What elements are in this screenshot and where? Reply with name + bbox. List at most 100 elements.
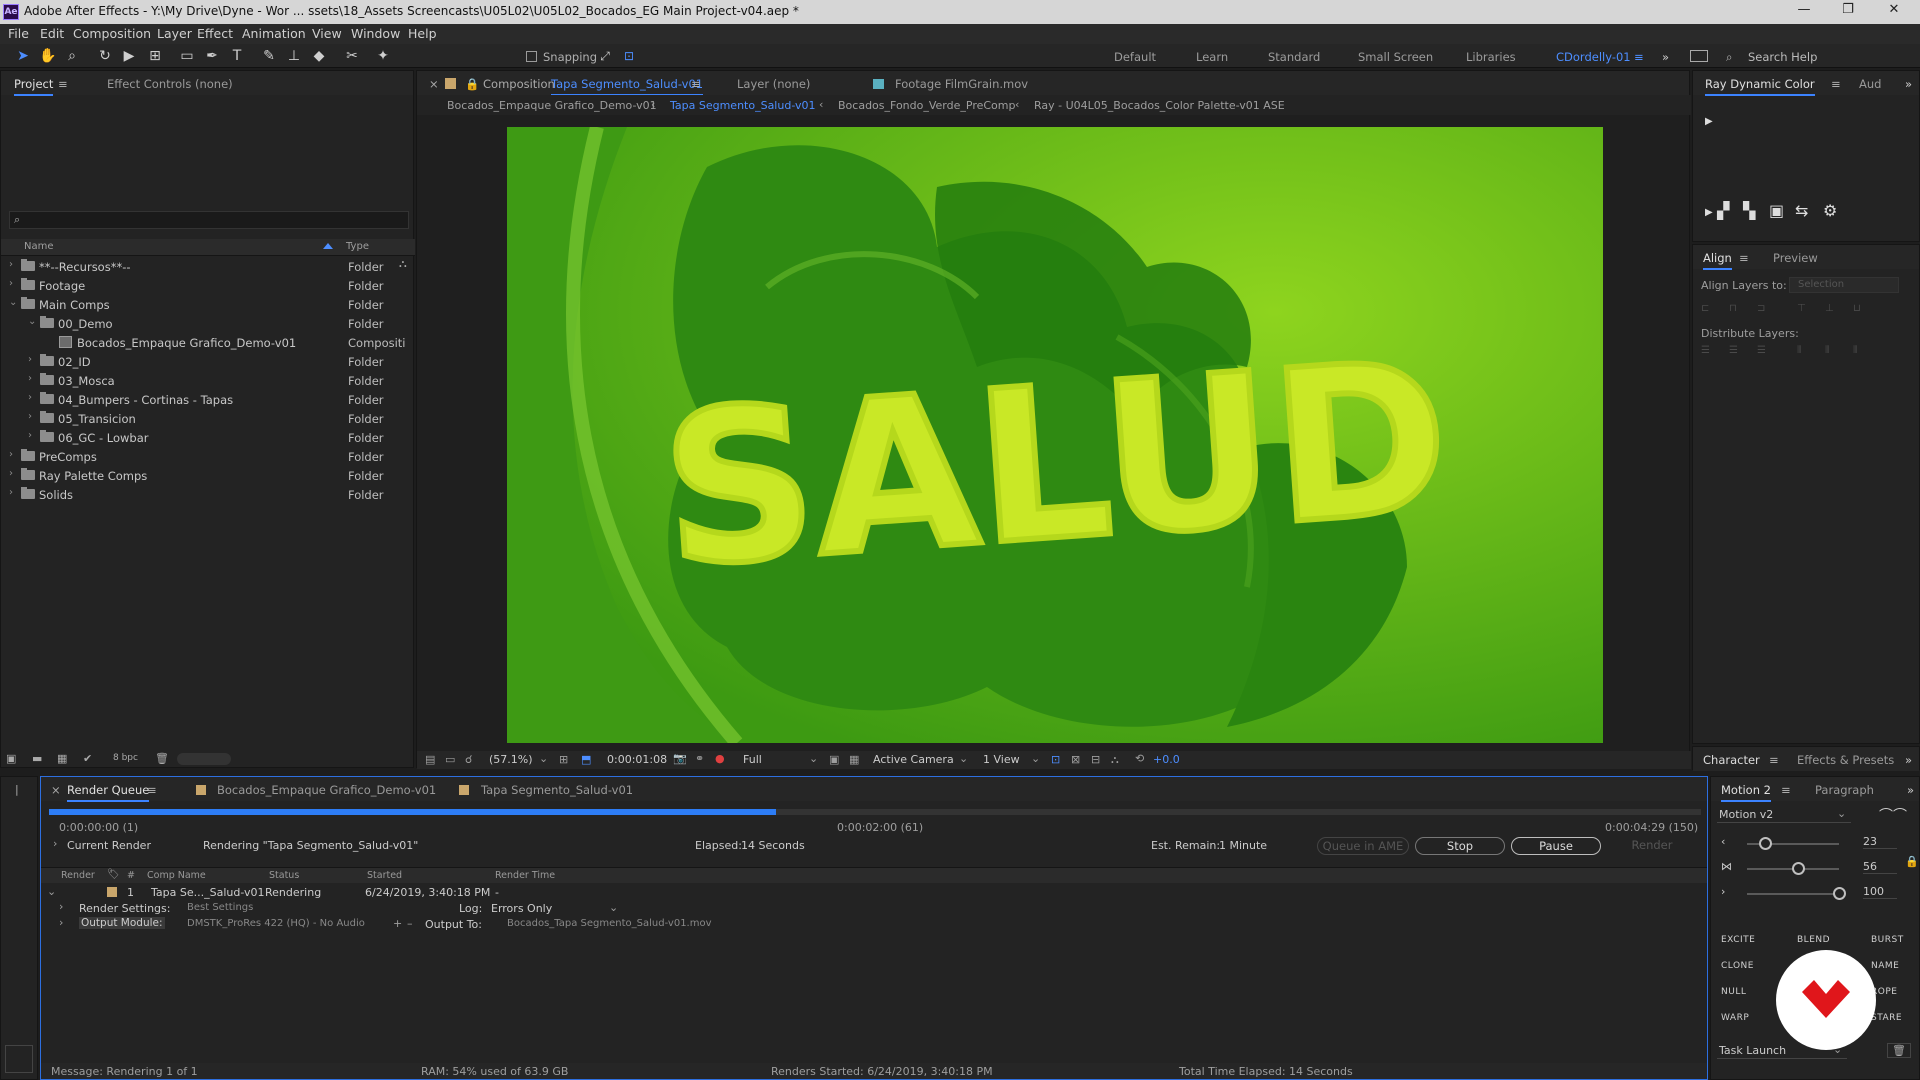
tab-project[interactable]: Project: [14, 77, 54, 96]
motion-menu-icon[interactable]: ≡: [1781, 783, 1791, 797]
chevron-down-icon[interactable]: ⌄: [1031, 752, 1040, 765]
motion-preset-dropdown[interactable]: Motion v2 ⌄: [1717, 807, 1851, 823]
align-hcenter-icon[interactable]: ⊓: [1729, 303, 1737, 314]
column-comp-name[interactable]: Comp Name: [147, 870, 206, 881]
column-type[interactable]: Type: [346, 241, 369, 252]
stop-button[interactable]: Stop: [1415, 837, 1505, 855]
chevron-down-icon[interactable]: ⌄: [809, 752, 818, 765]
workspace-learn[interactable]: Learn: [1196, 50, 1228, 64]
close-icon[interactable]: ✕: [1876, 2, 1912, 22]
thumbnail-slider[interactable]: [177, 753, 231, 765]
chevron-right-icon[interactable]: ›: [9, 487, 13, 498]
chevron-right-icon[interactable]: ›: [9, 259, 13, 270]
zoom-dropdown[interactable]: (57.1%): [489, 753, 533, 766]
menu-effect[interactable]: Effect: [197, 26, 233, 41]
resolution-dropdown[interactable]: Full: [743, 753, 762, 766]
blend-button[interactable]: BLEND: [1797, 935, 1830, 945]
pen-tool-icon[interactable]: ✒: [203, 47, 221, 65]
expand-output-module-icon[interactable]: ›: [59, 916, 63, 929]
slider-knob[interactable]: [1833, 887, 1846, 900]
chevron-down-icon[interactable]: ⌄: [959, 752, 968, 765]
project-item[interactable]: › 06_GC - Lowbar Folder: [1, 428, 415, 447]
distribute-left-icon[interactable]: ⦀: [1797, 345, 1801, 356]
close-tab-icon[interactable]: ×: [51, 783, 61, 797]
column-started[interactable]: Started: [367, 870, 402, 881]
composition-canvas[interactable]: SALUD: [507, 127, 1603, 743]
menu-file[interactable]: File: [8, 26, 29, 41]
timeline-marker-icon[interactable]: |: [15, 783, 19, 796]
roto-brush-tool-icon[interactable]: ✂: [343, 47, 361, 65]
column-status[interactable]: Status: [269, 870, 299, 881]
camera-tool-icon[interactable]: ▶: [120, 47, 138, 65]
grid-icon[interactable]: ⊞: [559, 753, 568, 766]
tab-footage[interactable]: Footage FilmGrain.mov: [895, 77, 1028, 91]
project-item[interactable]: › 04_Bumpers - Cortinas - Tapas Folder: [1, 390, 415, 409]
project-item[interactable]: ⌄ Main Comps Folder: [1, 295, 415, 314]
align-bottom-icon[interactable]: ⊔: [1853, 303, 1861, 314]
workspace-default[interactable]: Default: [1114, 50, 1156, 64]
tab-render-queue[interactable]: Render Queue: [67, 783, 150, 802]
tab-composition[interactable]: Tapa Segmento_Salud-v01: [551, 77, 704, 96]
menu-window[interactable]: Window: [351, 26, 400, 41]
column-name[interactable]: Name: [24, 241, 54, 252]
brush-tool-icon[interactable]: ✎: [260, 47, 278, 65]
menu-layer[interactable]: Layer: [157, 26, 192, 41]
add-output-icon[interactable]: +: [393, 917, 402, 930]
chevron-right-icon[interactable]: ›: [28, 392, 32, 403]
breadcrumb-fondo[interactable]: Bocados_Fondo_Verde_PreComp: [838, 99, 1015, 112]
project-search-input[interactable]: ⌕: [9, 211, 409, 229]
close-tab-icon[interactable]: ×: [429, 77, 439, 91]
project-item[interactable]: › 05_Transicion Folder: [1, 409, 415, 428]
breadcrumb-current[interactable]: Tapa Segmento_Salud-v01: [670, 99, 816, 112]
new-folder-icon[interactable]: ▬: [32, 752, 42, 765]
ray-swatches-icon[interactable]: ▚: [1743, 201, 1755, 220]
ray-expand-icon[interactable]: ▶: [1705, 207, 1713, 218]
project-item[interactable]: ⌄ 00_Demo Folder: [1, 314, 415, 333]
align-top-icon[interactable]: ⊤: [1797, 303, 1806, 314]
queue-in-ame-button[interactable]: Queue in AME: [1317, 837, 1409, 855]
more-panels-icon[interactable]: »: [1905, 753, 1912, 767]
fx-shortcut-icon[interactable]: [5, 1045, 33, 1073]
trash-icon[interactable]: 🗑: [1887, 1043, 1911, 1058]
project-item[interactable]: Bocados_Empaque Grafico_Demo-v01 Composit…: [1, 333, 415, 352]
menu-composition[interactable]: Composition: [73, 26, 151, 41]
workspace-menu-icon[interactable]: ≡: [1634, 50, 1644, 64]
channel-icon[interactable]: ●: [715, 752, 725, 765]
chevron-right-icon[interactable]: ›: [9, 449, 13, 460]
pan-behind-tool-icon[interactable]: ⊞: [146, 47, 164, 65]
distribute-vcenter-icon[interactable]: ☰: [1729, 345, 1738, 356]
trash-icon[interactable]: 🗑: [155, 752, 169, 765]
tab-audio[interactable]: Aud: [1859, 77, 1881, 91]
project-item[interactable]: › 03_Mosca Folder: [1, 371, 415, 390]
more-panels-icon[interactable]: »: [1907, 783, 1914, 797]
expand-current-render-icon[interactable]: ›: [53, 837, 57, 850]
tab-character[interactable]: Character: [1703, 753, 1760, 767]
excite-button[interactable]: EXCITE: [1721, 935, 1755, 945]
lock-icon[interactable]: 🔒: [1905, 855, 1919, 868]
chevron-down-icon[interactable]: ⌄: [539, 752, 548, 765]
ray-settings-gear-icon[interactable]: ⚙: [1823, 201, 1837, 220]
warp-button[interactable]: WARP: [1721, 1013, 1749, 1023]
mask-visibility-icon[interactable]: ⬒: [581, 753, 591, 766]
tab-layer[interactable]: Layer (none): [737, 77, 810, 91]
distribute-bottom-icon[interactable]: ☰: [1757, 345, 1766, 356]
chevron-right-icon[interactable]: ›: [28, 411, 32, 422]
workspace-cdordelly[interactable]: CDordelly-01: [1556, 50, 1631, 64]
workspace-layout-icon[interactable]: [1690, 50, 1708, 62]
chevron-right-icon[interactable]: ›: [28, 373, 32, 384]
flowchart-icon[interactable]: ⛬: [1111, 753, 1119, 767]
ray-menu-icon[interactable]: ≡: [1831, 77, 1841, 91]
slider-knob[interactable]: [1759, 837, 1773, 850]
column-render-time[interactable]: Render Time: [495, 870, 555, 881]
slider-value-3[interactable]: 100: [1863, 885, 1897, 899]
sort-ascending-icon[interactable]: [323, 243, 333, 249]
monitor-icon[interactable]: ▭: [445, 753, 455, 766]
pause-button[interactable]: Pause: [1511, 837, 1601, 855]
render-button[interactable]: Render: [1607, 837, 1697, 855]
preview-icon[interactable]: ☌: [465, 753, 472, 766]
project-item[interactable]: › Footage Folder: [1, 276, 415, 295]
distribute-hcenter-icon[interactable]: ⦀: [1825, 345, 1829, 356]
slider-knob[interactable]: [1791, 862, 1805, 875]
ray-palette-icon[interactable]: ▞: [1717, 201, 1729, 220]
new-composition-icon[interactable]: ▦: [57, 752, 67, 765]
